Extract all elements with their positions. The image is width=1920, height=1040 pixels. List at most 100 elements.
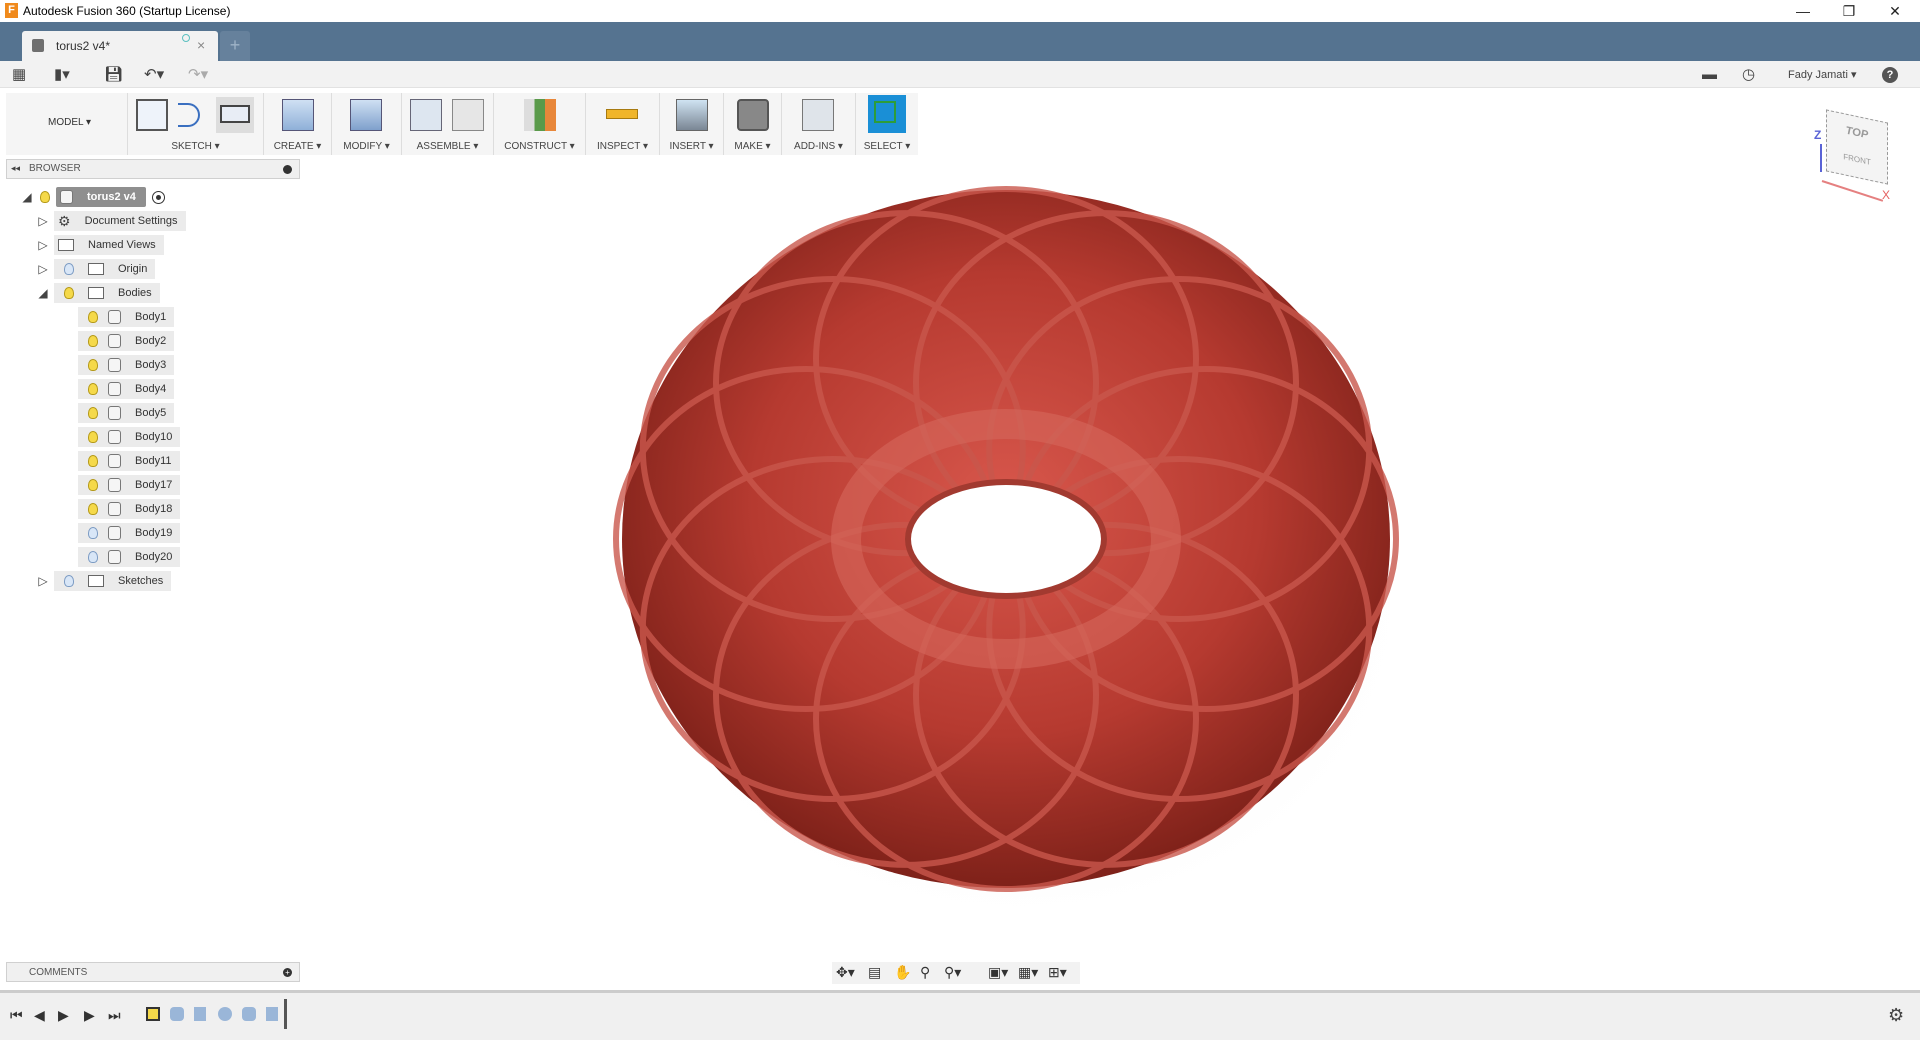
tree-root[interactable]: ◢ torus2 v4 (20, 186, 165, 208)
visibility-bulb-icon[interactable] (88, 311, 98, 323)
sketch-menu[interactable]: SKETCH ▾ (128, 141, 263, 152)
comments-panel-header[interactable]: COMMENTS + (6, 962, 300, 982)
file-menu-icon[interactable]: ▮▾ (54, 65, 70, 85)
visibility-bulb-icon[interactable] (64, 263, 74, 275)
comments-icon[interactable]: ▬ (1702, 65, 1717, 85)
collapse-browser-icon[interactable]: ◂◂ (11, 163, 20, 174)
visibility-bulb-icon[interactable] (64, 287, 74, 299)
play-icon[interactable]: ▶ (58, 1007, 69, 1024)
insert-menu[interactable]: INSERT ▾ (660, 141, 723, 152)
rectangle-icon[interactable] (216, 97, 254, 133)
fit-zoom-icon[interactable]: ⚲▾ (944, 964, 961, 981)
tree-item-bodies[interactable]: ◢ Bodies (36, 282, 160, 304)
view-cube-face[interactable]: TOP FRONT (1826, 109, 1888, 185)
visibility-bulb-icon[interactable] (88, 383, 98, 395)
press-pull-icon[interactable] (350, 99, 382, 131)
visibility-bulb-icon[interactable] (88, 503, 98, 515)
addins-menu[interactable]: ADD-INS ▾ (782, 141, 855, 152)
tree-item-body[interactable]: Body17 (78, 474, 181, 496)
timeline-pattern-feature-icon[interactable] (218, 1007, 232, 1021)
add-comment-icon[interactable]: + (283, 968, 292, 977)
undo-icon[interactable]: ↶▾ (144, 65, 164, 85)
activate-radio-icon[interactable] (151, 190, 165, 204)
step-back-icon[interactable]: ◀ (34, 1007, 45, 1024)
tree-item-body[interactable]: Body2 (78, 330, 175, 352)
viewport-torus-model[interactable] (560, 160, 1460, 960)
joint-icon[interactable] (452, 99, 484, 131)
expand-triangle-icon[interactable]: ▷ (36, 262, 50, 276)
orbit-icon[interactable]: ✥▾ (836, 964, 855, 981)
help-icon[interactable]: ? (1882, 67, 1898, 83)
modify-menu[interactable]: MODIFY ▾ (332, 141, 401, 152)
select-icon[interactable] (868, 95, 906, 133)
visibility-bulb-icon[interactable] (64, 575, 74, 587)
visibility-bulb-icon[interactable] (88, 335, 98, 347)
visibility-bulb-icon[interactable] (88, 359, 98, 371)
construct-menu[interactable]: CONSTRUCT ▾ (494, 141, 585, 152)
workspace-switcher[interactable]: MODEL ▾ (12, 93, 128, 155)
timeline-revolve-feature-icon[interactable] (170, 1007, 184, 1021)
select-menu[interactable]: SELECT ▾ (856, 141, 918, 152)
tree-item-body[interactable]: Body20 (78, 546, 181, 568)
step-forward-icon[interactable]: ▶ (84, 1007, 95, 1024)
timeline-sketch-feature-icon[interactable] (146, 1007, 160, 1021)
zoom-icon[interactable]: ⚲ (920, 964, 930, 981)
tree-item-document-settings[interactable]: ▷ ⚙ Document Settings (36, 210, 186, 232)
tree-item-body[interactable]: Body4 (78, 378, 175, 400)
select-group[interactable]: SELECT ▾ (856, 93, 918, 155)
tree-item-body[interactable]: Body1 (78, 306, 175, 328)
timeline-marker[interactable] (284, 999, 287, 1029)
expand-triangle-icon[interactable]: ▷ (36, 574, 50, 588)
view-cube-top-label[interactable]: TOP (1827, 121, 1887, 146)
minimize-button[interactable]: — (1780, 0, 1826, 22)
visibility-bulb-icon[interactable] (40, 191, 50, 203)
timeline-settings-gear-icon[interactable]: ⚙ (1888, 1005, 1904, 1026)
tree-item-body[interactable]: Body18 (78, 498, 181, 520)
visibility-bulb-icon[interactable] (88, 551, 98, 563)
arc-icon[interactable] (178, 103, 200, 127)
look-at-icon[interactable]: ▤ (868, 964, 881, 981)
expand-triangle-icon[interactable]: ▷ (36, 238, 50, 252)
pin-toggle-icon[interactable] (283, 165, 292, 174)
construct-group[interactable]: CONSTRUCT ▾ (494, 93, 586, 155)
scripts-addins-icon[interactable] (802, 99, 834, 131)
insert-group[interactable]: INSERT ▾ (660, 93, 724, 155)
3d-print-icon[interactable] (737, 99, 769, 131)
visibility-bulb-icon[interactable] (88, 527, 98, 539)
tree-item-body[interactable]: Body10 (78, 426, 181, 448)
pan-hand-icon[interactable]: ✋ (894, 964, 911, 981)
tree-item-body[interactable]: Body19 (78, 522, 181, 544)
timeline-extrude-feature-icon[interactable] (266, 1007, 278, 1021)
new-component-icon[interactable] (410, 99, 442, 131)
view-cube[interactable]: TOP FRONT Z X (1812, 109, 1902, 205)
viewports-icon[interactable]: ⊞▾ (1048, 964, 1067, 981)
go-to-start-icon[interactable]: ⏮ (10, 1007, 23, 1024)
inspect-menu[interactable]: INSPECT ▾ (586, 141, 659, 152)
visibility-bulb-icon[interactable] (88, 407, 98, 419)
inspect-group[interactable]: INSPECT ▾ (586, 93, 660, 155)
create-menu[interactable]: CREATE ▾ (264, 141, 331, 152)
collapse-triangle-icon[interactable]: ◢ (20, 190, 34, 204)
display-settings-icon[interactable]: ▣▾ (988, 964, 1008, 981)
create-group[interactable]: CREATE ▾ (264, 93, 332, 155)
expand-triangle-icon[interactable]: ▷ (36, 214, 50, 228)
addins-group[interactable]: ADD-INS ▾ (782, 93, 856, 155)
tree-item-body[interactable]: Body3 (78, 354, 175, 376)
view-cube-front-label[interactable]: FRONT (1827, 149, 1887, 171)
modify-group[interactable]: MODIFY ▾ (332, 93, 402, 155)
measure-icon[interactable] (606, 109, 638, 119)
collapse-triangle-icon[interactable]: ◢ (36, 286, 50, 300)
insert-image-icon[interactable] (676, 99, 708, 131)
tree-item-named-views[interactable]: ▷ Named Views (36, 234, 164, 256)
history-clock-icon[interactable]: ◷ (1742, 65, 1755, 85)
offset-plane-icon[interactable] (524, 99, 556, 131)
timeline-revolve-feature-icon[interactable] (242, 1007, 256, 1021)
visibility-bulb-icon[interactable] (88, 431, 98, 443)
tree-item-sketches[interactable]: ▷ Sketches (36, 570, 172, 592)
user-menu[interactable]: Fady Jamati ▾ (1788, 65, 1857, 85)
tree-item-body[interactable]: Body5 (78, 402, 175, 424)
create-sketch-icon[interactable] (136, 99, 168, 131)
make-menu[interactable]: MAKE ▾ (724, 141, 781, 152)
grid-settings-icon[interactable]: ▦▾ (1018, 964, 1038, 981)
data-panel-grid-icon[interactable]: ▦ (12, 65, 26, 85)
